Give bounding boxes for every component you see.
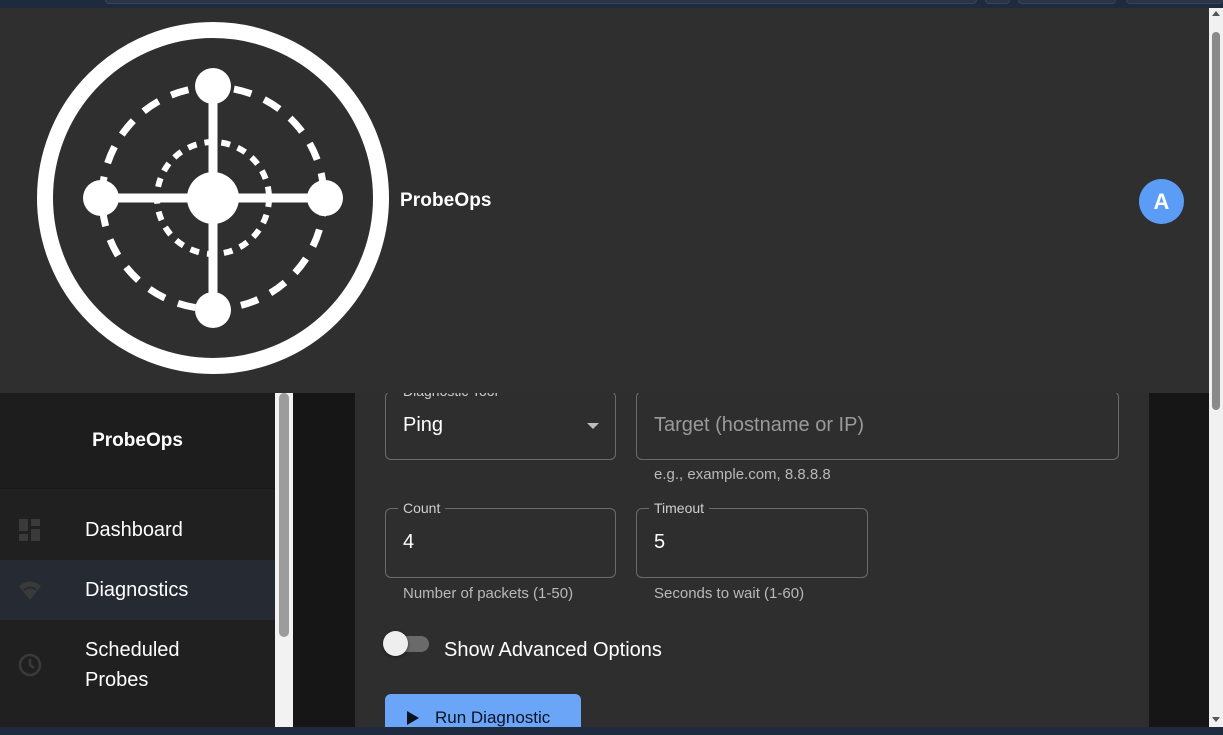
target-helper-text: e.g., example.com, 8.8.8.8 <box>654 466 831 483</box>
count-legend: Count <box>398 500 446 516</box>
timeout-legend: Timeout <box>649 500 710 516</box>
sidebar-item-dashboard[interactable]: Dashboard <box>0 500 275 560</box>
browser-button[interactable] <box>985 0 1010 4</box>
sidebar-brand[interactable]: ProbeOps <box>0 393 275 489</box>
sidebar-item-label: Dashboard <box>85 519 183 541</box>
sidebar: ProbeOps Dashboard Diagnostics Scheduled… <box>0 393 293 727</box>
sidebar-item-label: Diagnostics <box>85 579 189 601</box>
scroll-up-arrow-icon[interactable] <box>1212 10 1220 18</box>
sidebar-item-label: Scheduled Probes <box>85 639 180 691</box>
page: ProbeOps A ProbeOps Dashboard Diagnostic… <box>0 8 1209 727</box>
advanced-options-toggle[interactable] <box>383 631 429 656</box>
advanced-options-label[interactable]: Show Advanced Options <box>444 639 662 662</box>
user-avatar[interactable]: A <box>1139 179 1184 224</box>
target-input[interactable]: Target (hostname or IP) <box>636 391 1119 460</box>
sidebar-content: ProbeOps Dashboard Diagnostics Scheduled… <box>0 393 275 727</box>
browser-button[interactable] <box>1126 0 1223 4</box>
app-title: ProbeOps <box>400 190 492 211</box>
dashboard-icon <box>19 519 40 541</box>
target-placeholder: Target (hostname or IP) <box>654 414 865 436</box>
toggle-knob <box>383 631 408 656</box>
sidebar-item-diagnostics[interactable]: Diagnostics <box>0 560 275 620</box>
browser-button[interactable] <box>1018 0 1116 4</box>
sidebar-scrollbar[interactable] <box>275 393 293 727</box>
count-input[interactable]: Count 4 <box>385 500 616 578</box>
dropdown-arrow-icon <box>587 423 599 429</box>
sidebar-item-scheduled-probes[interactable]: Scheduled Probes <box>0 620 275 710</box>
timeout-helper-text: Seconds to wait (1-60) <box>654 585 805 602</box>
run-diagnostic-label: Run Diagnostic <box>435 708 551 727</box>
sidebar-scrollbar-thumb[interactable] <box>279 393 289 637</box>
run-diagnostic-button[interactable]: Run Diagnostic <box>385 694 581 727</box>
scroll-down-arrow-icon[interactable] <box>1212 715 1220 723</box>
browser-address-bar[interactable] <box>105 0 977 4</box>
window-scrollbar-thumb[interactable] <box>1212 32 1220 410</box>
timeout-input[interactable]: Timeout 5 <box>636 500 868 578</box>
timeout-value: 5 <box>654 531 666 553</box>
clock-icon <box>18 653 42 677</box>
diagnostic-tool-select[interactable]: Diagnostic Tool Ping <box>385 383 616 460</box>
browser-toolbar-strip <box>0 0 1223 8</box>
count-value: 4 <box>403 531 415 553</box>
taskbar-strip <box>0 727 1223 735</box>
probe-logo-icon <box>37 22 389 374</box>
count-helper-text: Number of packets (1-50) <box>403 585 574 602</box>
diagnostic-tool-value: Ping <box>403 414 444 436</box>
app-bar: ProbeOps A <box>0 8 1209 393</box>
wifi-icon <box>19 581 41 600</box>
window-scrollbar[interactable] <box>1209 8 1223 727</box>
play-icon <box>407 711 419 725</box>
